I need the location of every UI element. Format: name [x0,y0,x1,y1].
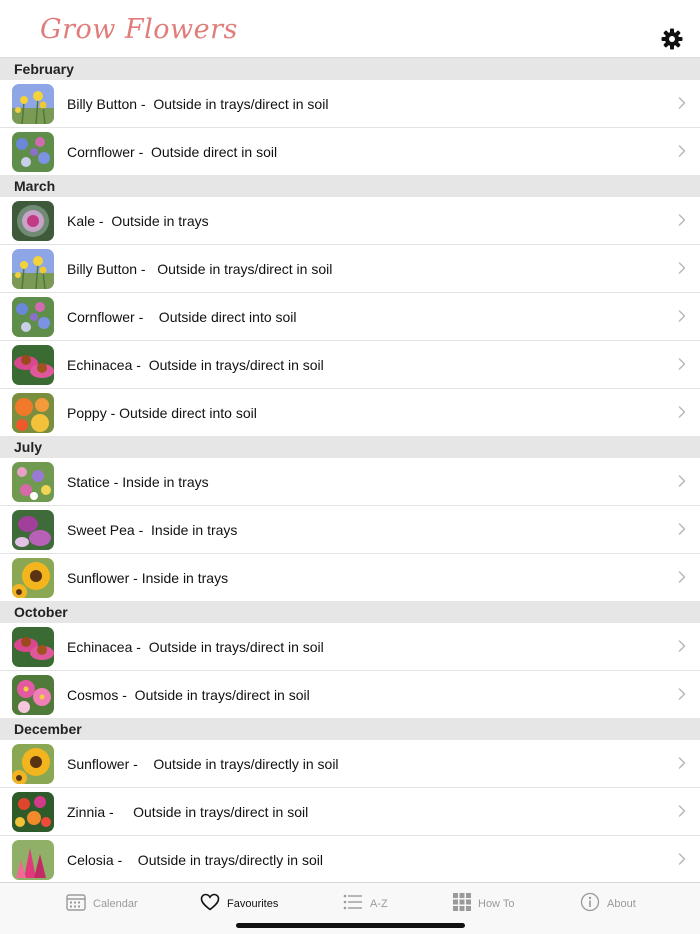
flower-thumbnail [12,791,54,832]
tab-how-to[interactable]: How To [453,883,514,925]
calendar-icon [66,893,86,916]
flower-thumbnail [12,200,54,241]
chevron-right-icon [678,853,686,865]
flower-thumbnail [12,839,54,880]
list-item[interactable]: Billy Button - Outside in trays/direct i… [0,245,700,293]
list-item[interactable]: Poppy - Outside direct into soil [0,389,700,436]
list-item[interactable]: Zinnia - Outside in trays/direct in soil [0,788,700,836]
flower-thumbnail [12,131,54,172]
row-label: Sunflower - Inside in trays [67,569,229,586]
list-item[interactable]: Echinacea - Outside in trays/direct in s… [0,623,700,671]
flower-thumbnail [12,509,54,550]
row-label: Echinacea - Outside in trays/direct in s… [67,638,324,655]
flower-thumbnail [12,248,54,289]
chevron-right-icon [678,805,686,817]
row-label: Statice - Inside in trays [67,473,209,490]
chevron-right-icon [678,262,686,274]
chevron-right-icon [678,757,686,769]
app-title: Grow Flowers [40,14,238,45]
list-item[interactable]: Celosia - Outside in trays/directly in s… [0,836,700,882]
nav-header: Grow Flowers [0,0,700,58]
grid-icon [453,892,471,916]
list-item[interactable]: Cosmos - Outside in trays/direct in soil [0,671,700,718]
section-header-october: October [0,601,700,623]
list-item[interactable]: Sunflower - Outside in trays/directly in… [0,740,700,788]
list-item[interactable]: Cornflower - Outside direct into soil [0,293,700,341]
row-label: Cornflower - Outside direct into soil [67,308,297,325]
tab-favourites[interactable]: Favourites [200,883,278,925]
section-header-february: February [0,58,700,80]
chevron-right-icon [678,97,686,109]
list-icon [343,894,363,915]
chevron-right-icon [678,640,686,652]
flower-thumbnail [12,743,54,784]
flower-thumbnail [12,83,54,124]
flower-thumbnail [12,461,54,502]
chevron-right-icon [678,358,686,370]
chevron-right-icon [678,688,686,700]
row-label: Kale - Outside in trays [67,212,209,229]
row-label: Billy Button - Outside in trays/direct i… [67,95,329,112]
flower-thumbnail [12,557,54,598]
tab-label: Favourites [227,898,279,910]
list-item[interactable]: Echinacea - Outside in trays/direct in s… [0,341,700,389]
tab-a-z[interactable]: A-Z [343,883,388,925]
row-label: Echinacea - Outside in trays/direct in s… [67,356,324,373]
gear-icon[interactable] [660,27,684,51]
section-header-march: March [0,175,700,197]
list-item[interactable]: Cornflower - Outside direct in soil [0,128,700,175]
flower-thumbnail [12,626,54,667]
tab-about[interactable]: About [580,883,636,925]
info-icon [580,892,600,917]
chevron-right-icon [678,475,686,487]
list-item[interactable]: Billy Button - Outside in trays/direct i… [0,80,700,128]
flower-thumbnail [12,674,54,715]
row-label: Sunflower - Outside in trays/directly in… [67,755,339,772]
row-label: Cornflower - Outside direct in soil [67,143,278,160]
favourites-list[interactable]: February Billy Button - Outside in trays/… [0,58,700,882]
list-item[interactable]: Kale - Outside in trays [0,197,700,245]
flower-thumbnail [12,344,54,385]
heart-icon [200,893,220,916]
section-header-july: July [0,436,700,458]
chevron-right-icon [678,406,686,418]
chevron-right-icon [678,310,686,322]
flower-thumbnail [12,296,54,337]
tab-label: Calendar [93,898,138,910]
list-item[interactable]: Sweet Pea - Inside in trays [0,506,700,554]
row-label: Celosia - Outside in trays/directly in s… [67,851,323,868]
chevron-right-icon [678,214,686,226]
list-item[interactable]: Statice - Inside in trays [0,458,700,506]
flower-thumbnail [12,392,54,433]
row-label: Cosmos - Outside in trays/direct in soil [67,686,310,703]
row-label: Poppy - Outside direct into soil [67,404,257,421]
tab-calendar[interactable]: Calendar [66,883,138,925]
tab-label: About [607,898,636,910]
row-label: Sweet Pea - Inside in trays [67,521,238,538]
tab-label: How To [478,898,515,910]
tab-label: A-Z [370,898,388,910]
home-indicator [236,923,465,928]
chevron-right-icon [678,523,686,535]
row-label: Zinnia - Outside in trays/direct in soil [67,803,309,820]
row-label: Billy Button - Outside in trays/direct i… [67,260,333,277]
section-header-december: December [0,718,700,740]
chevron-right-icon [678,571,686,583]
list-item[interactable]: Sunflower - Inside in trays [0,554,700,601]
chevron-right-icon [678,145,686,157]
